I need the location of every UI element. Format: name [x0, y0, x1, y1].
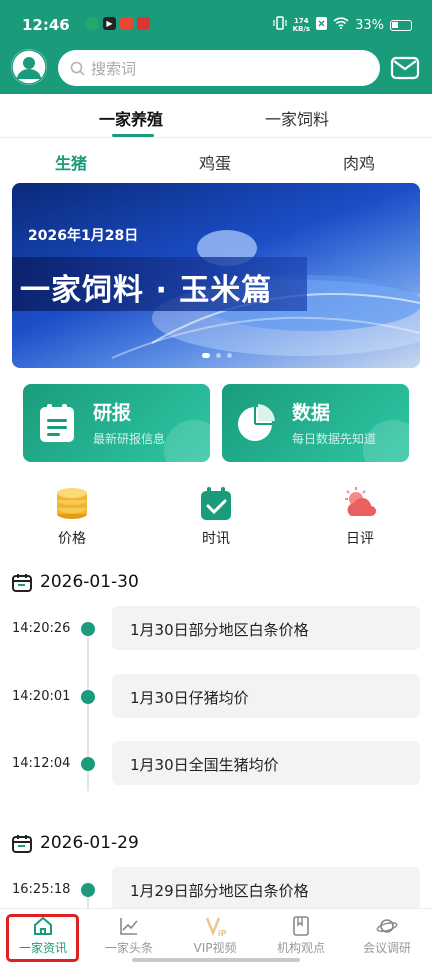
coins-icon — [54, 486, 90, 522]
calendar-icon — [12, 573, 32, 592]
status-bar: 12:46 ▶ 174 KB/s 33% — [0, 0, 432, 50]
news-time: 16:25:18 — [12, 882, 71, 897]
svg-text:iP: iP — [218, 929, 227, 937]
subtab-pig[interactable]: 生猪 — [55, 150, 87, 174]
mail-icon[interactable] — [390, 54, 420, 82]
date-header: 2026-01-29 — [12, 833, 139, 853]
timeline-dot — [81, 757, 95, 771]
quick-link-daily-review[interactable]: 日评 — [320, 486, 400, 547]
news-item[interactable]: 14:20:26 1月30日部分地区白条价格 — [0, 606, 432, 652]
nav-label: 一家头条 — [104, 941, 153, 955]
gesture-bar — [132, 958, 300, 962]
nav-institution-views[interactable]: 机构观点 — [262, 915, 340, 956]
news-title[interactable]: 1月30日全国生猪均价 — [112, 741, 420, 785]
news-title[interactable]: 1月30日仔猪均价 — [112, 674, 420, 718]
carousel-dots — [202, 353, 232, 358]
quick-link-label: 时讯 — [202, 531, 230, 547]
quick-link-label: 价格 — [58, 531, 86, 547]
quick-link-news[interactable]: 时讯 — [176, 486, 256, 547]
avatar[interactable] — [11, 49, 47, 85]
app-header: 搜索词 — [0, 44, 432, 94]
banner-carousel[interactable]: 2026年1月28日 一家饲料 · 玉米篇 — [12, 183, 420, 368]
nav-vip-video[interactable]: iP VIP视频 — [176, 915, 254, 956]
nav-conference-research[interactable]: 会议调研 — [348, 915, 426, 956]
date-text: 2026-01-29 — [40, 833, 139, 853]
news-title[interactable]: 1月30日部分地区白条价格 — [112, 606, 420, 650]
date-text: 2026-01-30 — [40, 572, 139, 592]
card-subtitle: 每日数据先知道 — [292, 432, 377, 446]
subtab-broiler[interactable]: 肉鸡 — [343, 150, 375, 174]
battery-icon — [390, 19, 412, 31]
search-input[interactable]: 搜索词 — [58, 50, 380, 86]
nav-headlines[interactable]: 一家头条 — [90, 915, 168, 956]
status-right: 174 KB/s 33% — [273, 16, 412, 34]
line-chart-icon — [118, 915, 140, 937]
subtab-egg[interactable]: 鸡蛋 — [199, 150, 231, 174]
banner-date: 2026年1月28日 — [28, 228, 139, 244]
carousel-dot — [227, 353, 232, 358]
sub-tabs: 生猪 鸡蛋 肉鸡 — [0, 146, 432, 176]
news-time: 14:12:04 — [12, 756, 71, 771]
nav-label: 会议调研 — [362, 941, 411, 955]
vibrate-icon — [273, 16, 287, 34]
quick-link-label: 日评 — [346, 531, 374, 547]
data-card[interactable]: 数据 每日数据先知道 — [222, 384, 409, 462]
net-speed: 174 KB/s — [292, 17, 311, 33]
calendar-icon — [12, 834, 32, 853]
planet-icon — [376, 915, 398, 937]
red-app-icon — [120, 17, 133, 30]
active-tab-indicator — [112, 134, 154, 137]
red-app-icon-2 — [137, 17, 150, 30]
news-item[interactable]: 14:12:04 1月30日全国生猪均价 — [0, 741, 432, 787]
banner-title: 一家饲料 · 玉米篇 — [20, 273, 273, 308]
status-time: 12:46 — [22, 16, 70, 34]
research-report-card[interactable]: 研报 最新研报信息 — [23, 384, 210, 462]
book-icon — [290, 915, 312, 937]
top-tabs: 一家养殖 一家饲料 — [0, 94, 432, 138]
play-app-icon: ▶ — [103, 17, 116, 30]
app-notification-icon — [86, 17, 99, 30]
search-icon — [70, 61, 85, 76]
news-item[interactable]: 16:25:18 1月29日部分地区白条价格 — [0, 867, 432, 913]
timeline-dot — [81, 622, 95, 636]
tab-yijia-yangzhi[interactable]: 一家养殖 — [99, 106, 163, 130]
nav-label: VIP视频 — [193, 941, 237, 955]
timeline-dot — [81, 690, 95, 704]
news-time: 14:20:26 — [12, 621, 71, 636]
pie-chart-icon — [236, 402, 276, 444]
battery-percent: 33% — [355, 17, 384, 33]
news-title[interactable]: 1月29日部分地区白条价格 — [112, 867, 420, 911]
calendar-check-icon — [198, 486, 234, 522]
news-time: 14:20:01 — [12, 689, 71, 704]
sim-icon — [316, 16, 328, 34]
timeline-dot — [81, 883, 95, 897]
quick-link-price[interactable]: 价格 — [32, 486, 112, 547]
news-item[interactable]: 14:20:01 1月30日仔猪均价 — [0, 674, 432, 720]
nav-label: 机构观点 — [276, 941, 325, 955]
tab-yijia-siliao[interactable]: 一家饲料 — [265, 106, 329, 130]
carousel-dot-active — [202, 353, 210, 358]
card-subtitle: 最新研报信息 — [93, 432, 166, 446]
search-placeholder: 搜索词 — [91, 59, 137, 78]
date-header: 2026-01-30 — [12, 572, 139, 592]
vip-icon: iP — [204, 915, 227, 938]
user-icon — [11, 49, 47, 85]
weather-icon — [342, 486, 378, 522]
clipboard-icon — [37, 402, 77, 444]
carousel-dot — [216, 353, 221, 358]
card-title: 研报 — [93, 402, 132, 424]
wifi-icon — [333, 17, 349, 33]
card-title: 数据 — [292, 402, 331, 424]
status-notification-icons: ▶ — [86, 17, 150, 30]
highlight-box — [6, 914, 79, 962]
